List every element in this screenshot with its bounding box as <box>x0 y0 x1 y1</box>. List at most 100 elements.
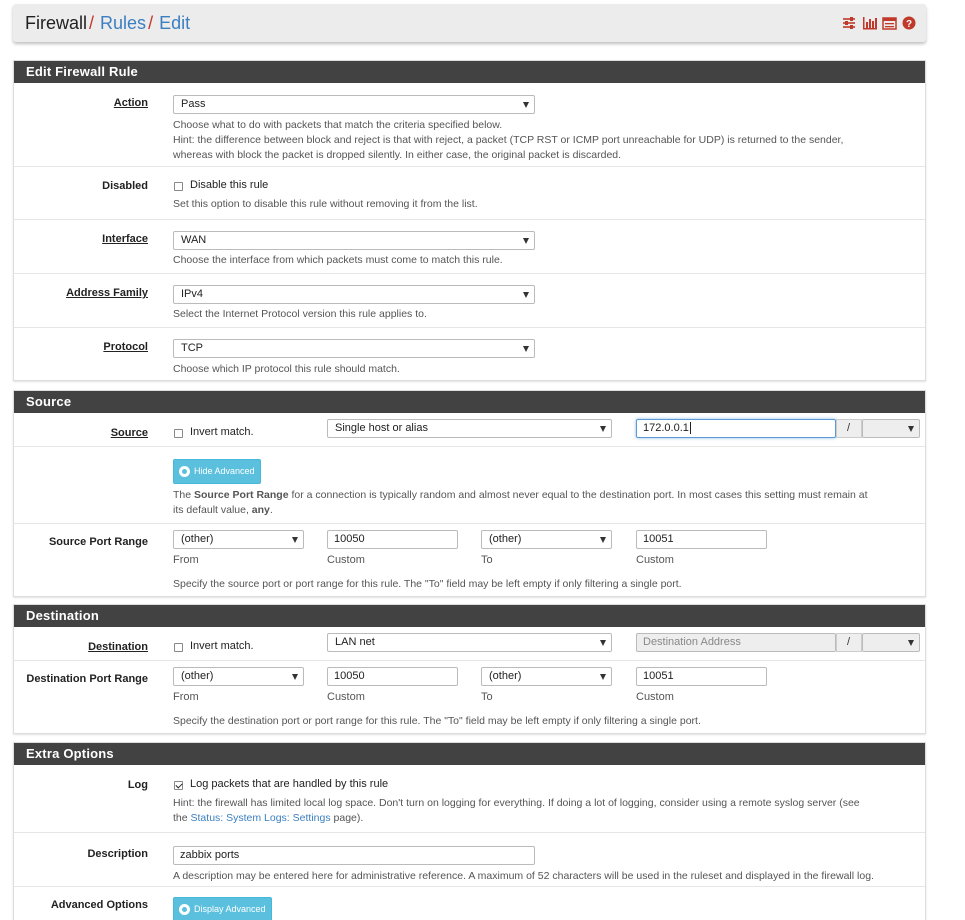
chevron-down-icon <box>908 426 914 432</box>
sliders-icon[interactable] <box>842 16 856 30</box>
description-label: Description <box>87 848 148 860</box>
source-port-to-custom-input[interactable]: 10051 <box>636 530 767 549</box>
chevron-down-icon <box>523 102 529 108</box>
custom-caption: Custom <box>636 554 674 566</box>
chevron-down-icon <box>292 537 298 543</box>
action-row: Action Pass Choose what to do with packe… <box>14 83 925 167</box>
chevron-down-icon <box>523 292 529 298</box>
custom-caption: Custom <box>327 691 365 703</box>
action-help: Choose what to do with packets that matc… <box>173 119 844 161</box>
source-port-from-custom-input[interactable]: 10050 <box>327 530 458 549</box>
protocol-help: Choose which IP protocol this rule shoul… <box>173 363 400 375</box>
source-type-select[interactable]: Single host or alias <box>327 419 612 438</box>
breadcrumb-edit-link[interactable]: Edit <box>159 13 190 34</box>
advanced-options-label: Advanced Options <box>50 899 148 911</box>
source-mask-select[interactable] <box>862 419 920 438</box>
help-icon[interactable]: ? <box>902 16 916 30</box>
svg-text:?: ? <box>906 19 912 30</box>
protocol-row: Protocol TCP Choose which IP protocol th… <box>14 328 925 382</box>
interface-row: Interface WAN Choose the interface from … <box>14 220 925 274</box>
source-port-range-label: Source Port Range <box>48 536 148 548</box>
custom-caption: Custom <box>636 691 674 703</box>
disabled-label: Disabled <box>102 180 148 192</box>
bar-chart-icon[interactable] <box>862 16 877 30</box>
address-family-label: Address Family <box>66 287 148 299</box>
log-help: Hint: the firewall has limited local log… <box>173 797 860 824</box>
address-family-help: Select the Internet Protocol version thi… <box>173 308 427 320</box>
chevron-down-icon <box>600 640 606 646</box>
source-slash: / <box>836 419 862 438</box>
description-input[interactable]: zabbix ports <box>173 846 535 865</box>
to-caption: To <box>481 554 493 566</box>
chevron-down-icon <box>292 674 298 680</box>
advanced-options-row: Advanced Options Display Advanced <box>14 887 925 920</box>
destination-mask-select[interactable] <box>862 633 920 652</box>
chevron-down-icon <box>523 238 529 244</box>
panel-heading: Extra Options <box>14 743 925 765</box>
hide-advanced-button[interactable]: Hide Advanced <box>173 459 261 484</box>
destination-invert-label[interactable]: Invert match. <box>190 640 254 652</box>
disabled-help: Set this option to disable this rule wit… <box>173 198 478 210</box>
chevron-down-icon <box>908 640 914 646</box>
source-port-to-select[interactable]: (other) <box>481 530 612 549</box>
chevron-down-icon <box>600 426 606 432</box>
panel-heading: Source <box>14 391 925 413</box>
panel-heading: Edit Firewall Rule <box>14 61 925 83</box>
breadcrumb-separator: / <box>89 12 95 33</box>
source-advanced-row: Hide Advanced The Source Port Range for … <box>14 447 925 524</box>
log-checkbox[interactable] <box>174 781 183 790</box>
from-caption: From <box>173 554 199 566</box>
destination-port-range-help: Specify the destination port or port ran… <box>173 715 701 727</box>
source-port-range-help: Specify the source port or port range fo… <box>173 578 682 590</box>
interface-help: Choose the interface from which packets … <box>173 254 503 266</box>
source-label: Source <box>110 427 148 439</box>
description-help: A description may be entered here for ad… <box>173 870 874 882</box>
destination-invert-checkbox[interactable] <box>174 643 183 652</box>
source-address-input[interactable]: 172.0.0.1 <box>636 419 836 438</box>
chevron-down-icon <box>600 537 606 543</box>
destination-row: Destination Invert match. LAN net Destin… <box>14 627 925 661</box>
edit-rule-panel: Edit Firewall Rule Action Pass Choose wh… <box>13 60 926 381</box>
protocol-select[interactable]: TCP <box>173 339 535 358</box>
panel-heading: Destination <box>14 605 925 627</box>
destination-port-to-custom-input[interactable]: 10051 <box>636 667 767 686</box>
disable-rule-checkbox[interactable] <box>174 182 183 191</box>
display-advanced-button[interactable]: Display Advanced <box>173 897 272 920</box>
address-family-row: Address Family IPv4 Select the Internet … <box>14 274 925 328</box>
log-checkbox-label[interactable]: Log packets that are handled by this rul… <box>190 778 388 790</box>
description-row: Description zabbix ports A description m… <box>14 833 925 887</box>
source-invert-label[interactable]: Invert match. <box>190 426 254 438</box>
source-port-from-select[interactable]: (other) <box>173 530 304 549</box>
destination-port-range-label: Destination Port Range <box>26 673 148 685</box>
gear-icon <box>179 466 190 477</box>
protocol-label: Protocol <box>103 341 148 353</box>
to-caption: To <box>481 691 493 703</box>
disabled-row: Disabled Disable this rule Set this opti… <box>14 167 925 220</box>
destination-panel: Destination Destination Invert match. LA… <box>13 604 926 734</box>
destination-slash: / <box>836 633 862 652</box>
disable-rule-checkbox-label[interactable]: Disable this rule <box>190 179 268 191</box>
log-row: Log Log packets that are handled by this… <box>14 765 925 833</box>
breadcrumb-firewall: Firewall <box>25 12 88 33</box>
system-logs-settings-link[interactable]: Status: System Logs: Settings <box>191 812 331 824</box>
source-port-range-row: Source Port Range (other) 10050 (other) … <box>14 524 925 597</box>
destination-port-to-select[interactable]: (other) <box>481 667 612 686</box>
chevron-down-icon <box>523 346 529 352</box>
breadcrumb: Firewall / Rules / Edit ? <box>13 4 926 42</box>
destination-port-from-custom-input[interactable]: 10050 <box>327 667 458 686</box>
log-label: Log <box>127 779 148 791</box>
source-panel: Source Source Invert match. Single host … <box>13 390 926 597</box>
source-advanced-help: The Source Port Range for a connection i… <box>173 489 868 516</box>
destination-type-select[interactable]: LAN net <box>327 633 612 652</box>
action-label: Action <box>113 97 148 109</box>
source-invert-checkbox[interactable] <box>174 429 183 438</box>
destination-port-from-select[interactable]: (other) <box>173 667 304 686</box>
address-family-select[interactable]: IPv4 <box>173 285 535 304</box>
list-icon[interactable] <box>882 16 897 30</box>
destination-address-input[interactable]: Destination Address <box>636 633 836 652</box>
action-select[interactable]: Pass <box>173 95 535 114</box>
breadcrumb-rules-link[interactable]: Rules <box>100 13 146 34</box>
destination-label: Destination <box>88 641 148 653</box>
interface-select[interactable]: WAN <box>173 231 535 250</box>
extra-options-panel: Extra Options Log Log packets that are h… <box>13 742 926 920</box>
